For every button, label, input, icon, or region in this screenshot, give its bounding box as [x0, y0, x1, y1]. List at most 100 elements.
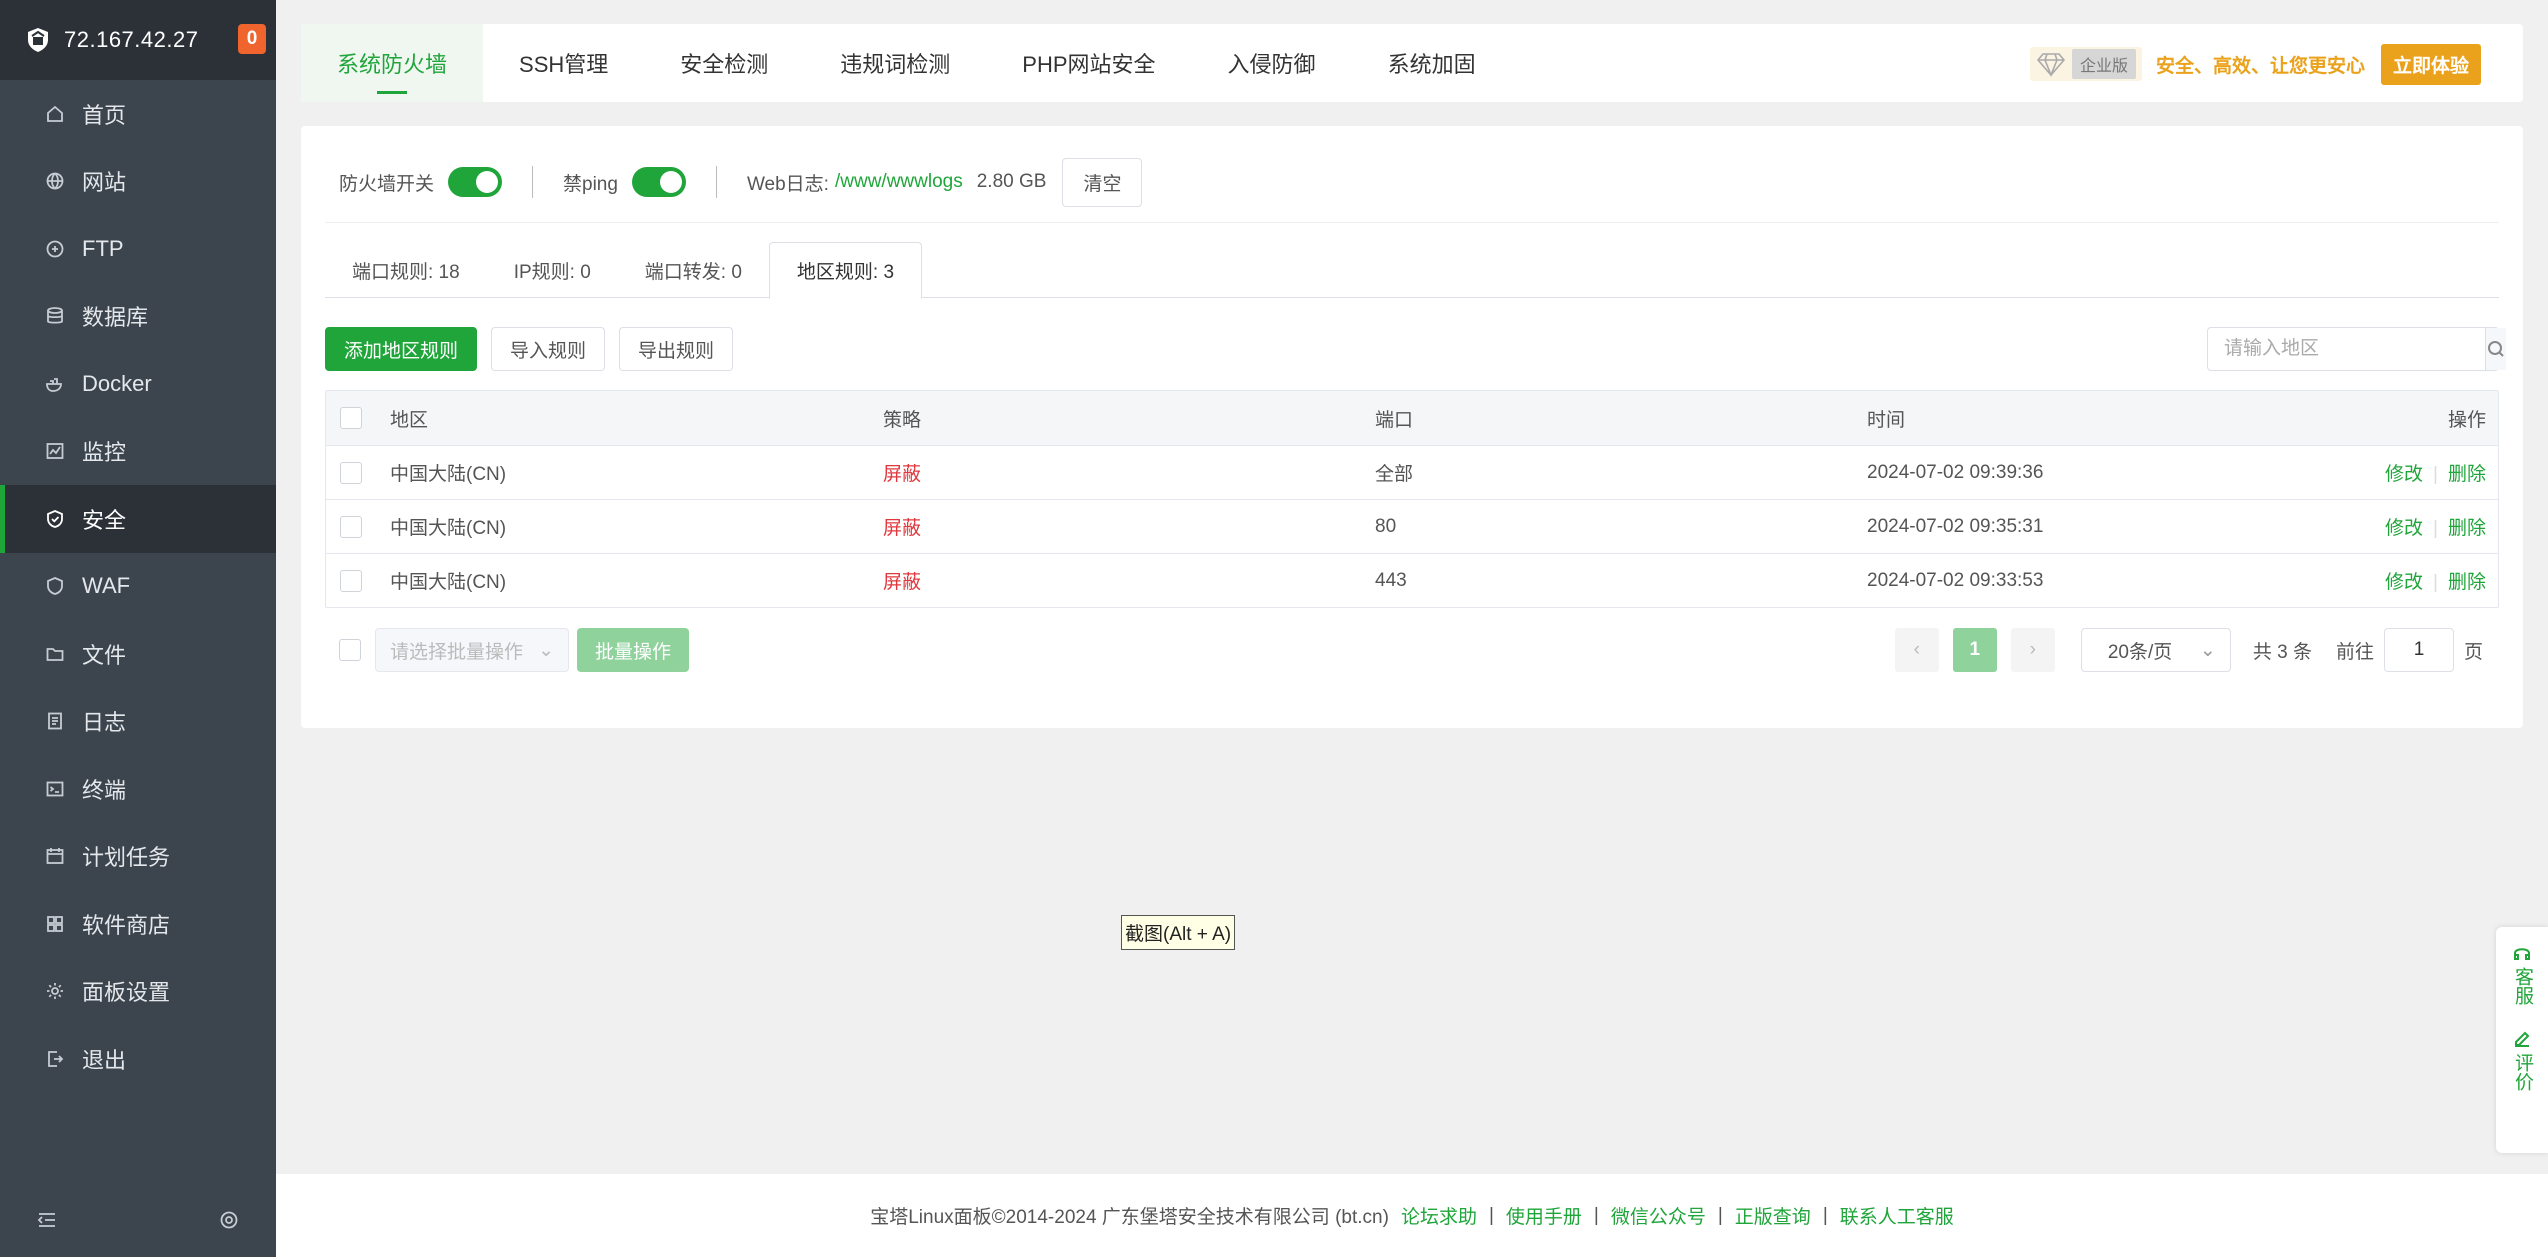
export-rules-button[interactable]: 导出规则	[619, 327, 734, 371]
footer-link-license[interactable]: 正版查询	[1735, 1202, 1811, 1229]
column-header-ops: 操作	[2447, 409, 2486, 431]
sidebar-item-label: 计划任务	[82, 845, 171, 871]
add-region-rule-button[interactable]: 添加地区规则	[325, 327, 478, 371]
sidebar-item-monitor[interactable]: 监控	[0, 418, 276, 486]
footer-link-manual[interactable]: 使用手册	[1506, 1202, 1582, 1229]
cell-policy: 屏蔽	[883, 518, 922, 539]
server-header: 72.167.42.27 0	[0, 0, 276, 80]
divider: |	[1593, 1204, 1599, 1226]
batch-select-all-checkbox[interactable]	[339, 639, 361, 661]
delete-link[interactable]: 删除	[2448, 572, 2486, 593]
customer-service-button[interactable]: 客服	[2511, 943, 2533, 1005]
ping-toggle[interactable]	[631, 167, 686, 197]
sidebar-item-website[interactable]: 网站	[0, 148, 276, 216]
sidebar-item-files[interactable]: 文件	[0, 620, 276, 688]
tab-ssh[interactable]: SSH管理	[483, 24, 644, 102]
folder-icon	[44, 643, 66, 665]
divider	[715, 166, 717, 198]
sidebar-item-label: FTP	[82, 235, 124, 261]
tab-ip-rules[interactable]: IP规则: 0	[487, 242, 618, 298]
terminal-icon	[44, 778, 66, 800]
sidebar-item-database[interactable]: 数据库	[0, 283, 276, 351]
delete-link[interactable]: 删除	[2448, 464, 2486, 485]
customer-service-label: 客服	[2512, 967, 2533, 1005]
headset-icon	[2514, 948, 2530, 960]
chevron-left-icon: ‹	[1913, 639, 1920, 660]
tab-php-security[interactable]: PHP网站安全	[986, 24, 1191, 102]
gear-icon	[44, 980, 66, 1002]
divider: |	[1717, 1204, 1723, 1226]
sidebar-item-docker[interactable]: Docker	[0, 350, 276, 418]
next-page-button[interactable]: ›	[2010, 628, 2055, 672]
sidebar-item-waf[interactable]: WAF	[0, 553, 276, 621]
delete-link[interactable]: 删除	[2448, 518, 2486, 539]
chevron-down-icon: ⌄	[2199, 639, 2216, 661]
try-now-button[interactable]: 立即体验	[2380, 43, 2481, 85]
sidebar-item-settings[interactable]: 面板设置	[0, 958, 276, 1026]
footer-link-support[interactable]: 联系人工客服	[1840, 1202, 1954, 1229]
tab-security-scan[interactable]: 安全检测	[644, 24, 804, 102]
theme-settings-icon[interactable]	[218, 1209, 240, 1236]
ping-switch-label: 禁ping	[563, 173, 618, 195]
row-checkbox[interactable]	[340, 461, 362, 484]
row-checkbox[interactable]	[340, 569, 362, 592]
clear-logs-button[interactable]: 清空	[1062, 157, 1143, 207]
tab-port-forward[interactable]: 端口转发: 0	[618, 242, 769, 298]
sidebar-item-terminal[interactable]: 终端	[0, 755, 276, 823]
sidebar-item-label: 软件商店	[82, 912, 171, 938]
collapse-menu-icon[interactable]	[36, 1209, 58, 1236]
tab-port-rules[interactable]: 端口规则: 18	[325, 242, 487, 298]
region-search-input[interactable]	[2208, 328, 2485, 370]
page-size-select[interactable]: 20条/页 ⌄	[2080, 628, 2231, 672]
cell-time: 2024-07-02 09:39:36	[1867, 461, 2044, 483]
weblog-path-link[interactable]: /www/wwwlogs	[835, 171, 963, 193]
review-button[interactable]: 评价	[2511, 1029, 2533, 1091]
tab-system-hardening[interactable]: 系统加固	[1352, 24, 1512, 102]
tab-word-check[interactable]: 违规词检测	[804, 24, 986, 102]
footer-link-forum[interactable]: 论坛求助	[1401, 1202, 1477, 1229]
sidebar-item-store[interactable]: 软件商店	[0, 890, 276, 958]
cell-ops: 修改 | 删除	[2167, 567, 2498, 594]
import-rules-button[interactable]: 导入规则	[491, 327, 606, 371]
edit-link[interactable]: 修改	[2385, 464, 2423, 485]
batch-operation-button[interactable]: 批量操作	[577, 628, 690, 672]
page-number[interactable]: 1	[1952, 628, 1997, 672]
row-checkbox[interactable]	[340, 515, 362, 538]
sidebar-item-label: Docker	[82, 370, 152, 396]
sidebar-item-label: 文件	[82, 642, 127, 668]
sidebar-item-ftp[interactable]: FTP	[0, 215, 276, 283]
edit-link[interactable]: 修改	[2385, 572, 2423, 593]
calendar-icon	[44, 845, 66, 867]
ftp-icon	[44, 238, 66, 260]
column-header-port: 端口	[1375, 409, 1414, 431]
sidebar-item-home[interactable]: 首页	[0, 80, 276, 148]
sidebar-item-label: 网站	[82, 170, 127, 196]
cell-port: 全部	[1375, 464, 1414, 485]
column-header-region: 地区	[390, 409, 429, 431]
sidebar-menu: 首页 网站 FTP 数据库 Docker 监控 安全 WAF 文件 日志 终端 …	[0, 80, 276, 1093]
notification-badge[interactable]: 0	[238, 24, 266, 54]
footer-link-wechat[interactable]: 微信公众号	[1611, 1202, 1706, 1229]
prev-page-button[interactable]: ‹	[1894, 628, 1939, 672]
sidebar-item-logs[interactable]: 日志	[0, 688, 276, 756]
firewall-panel: 防火墙开关 禁ping Web日志: /www/wwwlogs 2.80 GB …	[301, 126, 2523, 728]
tab-intrusion-defense[interactable]: 入侵防御	[1192, 24, 1352, 102]
search-button[interactable]	[2485, 328, 2506, 370]
tab-system-firewall[interactable]: 系统防火墙	[301, 24, 484, 102]
select-all-checkbox[interactable]	[340, 407, 362, 429]
rule-tabs: 端口规则: 18 IP规则: 0 端口转发: 0 地区规则: 3	[325, 242, 2499, 299]
sidebar-item-cron[interactable]: 计划任务	[0, 823, 276, 891]
sidebar-item-label: 面板设置	[82, 980, 171, 1006]
firewall-toggle[interactable]	[448, 167, 503, 197]
server-ip[interactable]: 72.167.42.27	[64, 27, 198, 53]
divider: |	[2433, 572, 2438, 593]
sidebar-item-label: 首页	[82, 102, 127, 128]
cell-region: 中国大陆(CN)	[390, 464, 507, 485]
edit-link[interactable]: 修改	[2385, 518, 2423, 539]
sidebar-item-security[interactable]: 安全	[0, 485, 276, 553]
goto-page-input[interactable]	[2383, 628, 2454, 672]
batch-operation-select[interactable]: 请选择批量操作 ⌄	[375, 628, 569, 672]
enterprise-label: 企业版	[2071, 49, 2136, 79]
tab-region-rules[interactable]: 地区规则: 3	[768, 242, 923, 299]
sidebar-item-logout[interactable]: 退出	[0, 1025, 276, 1093]
